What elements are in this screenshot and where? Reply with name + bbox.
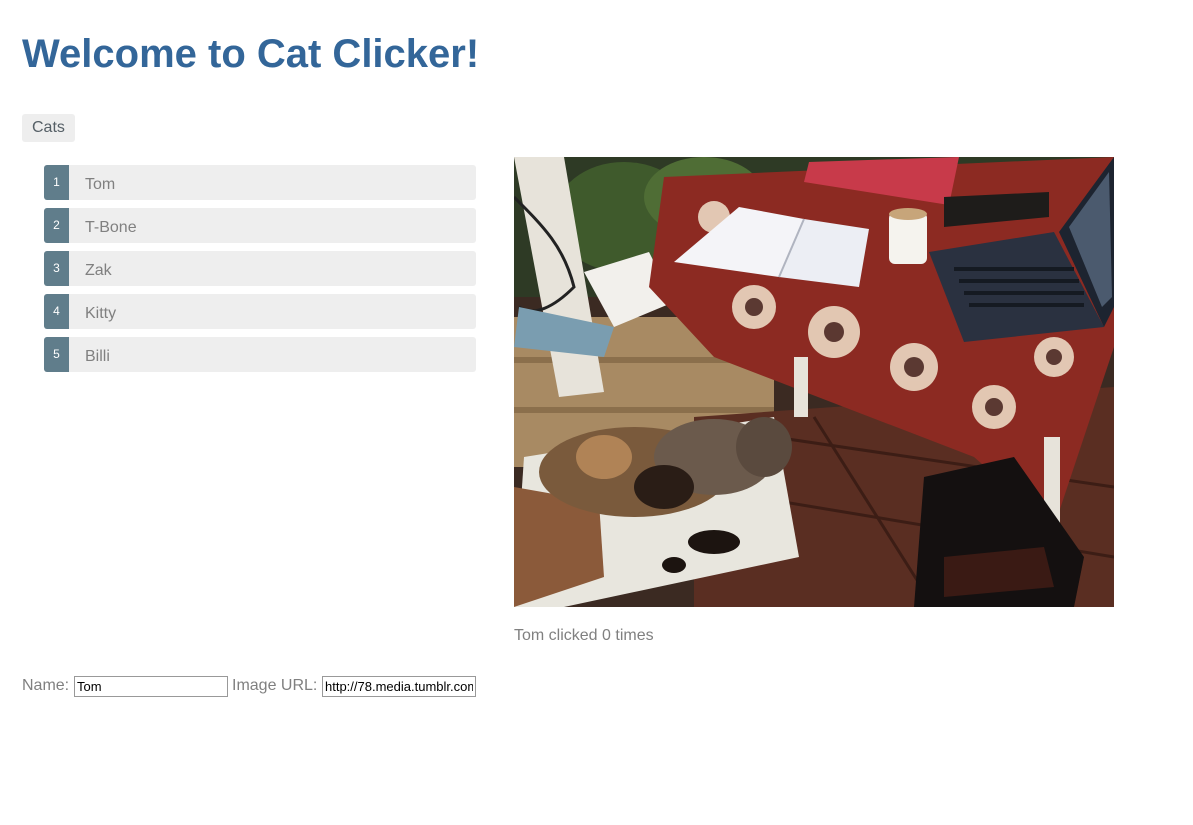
cat-clicker-page: Welcome to Cat Clicker! Cats 1 Tom 2 T-B… <box>0 0 1193 825</box>
cat-list-item-kitty[interactable]: 4 Kitty <box>44 294 476 329</box>
name-label: Name: <box>22 677 70 694</box>
cat-list-item-zak[interactable]: 3 Zak <box>44 251 476 286</box>
cat-number-badge: 1 <box>44 165 69 200</box>
image-url-label: Image URL: <box>232 677 318 694</box>
cat-name-label: T-Bone <box>85 219 137 236</box>
image-url-input[interactable] <box>322 676 476 697</box>
click-count-text: Tom clicked 0 times <box>514 627 654 644</box>
cat-list: 1 Tom 2 T-Bone 3 Zak 4 Kitty 5 Billi <box>44 165 476 380</box>
cat-name-label: Billi <box>85 348 110 365</box>
cat-number-badge: 4 <box>44 294 69 329</box>
cats-list-label: Cats <box>22 114 75 142</box>
cat-name-label: Kitty <box>85 305 117 322</box>
cat-number-badge: 2 <box>44 208 69 243</box>
cat-list-item-t-bone[interactable]: 2 T-Bone <box>44 208 476 243</box>
cat-name-label: Zak <box>85 262 112 279</box>
cat-name-label: Tom <box>85 176 116 193</box>
cat-list-item-billi[interactable]: 5 Billi <box>44 337 476 372</box>
cat-photo-illustration[interactable] <box>514 157 1114 607</box>
cat-list-item-tom[interactable]: 1 Tom <box>44 165 476 200</box>
cat-number-badge: 3 <box>44 251 69 286</box>
name-input[interactable] <box>74 676 228 697</box>
cat-photo[interactable] <box>514 157 1114 607</box>
page-title: Welcome to Cat Clicker! <box>22 32 480 76</box>
cat-number-badge: 5 <box>44 337 69 372</box>
